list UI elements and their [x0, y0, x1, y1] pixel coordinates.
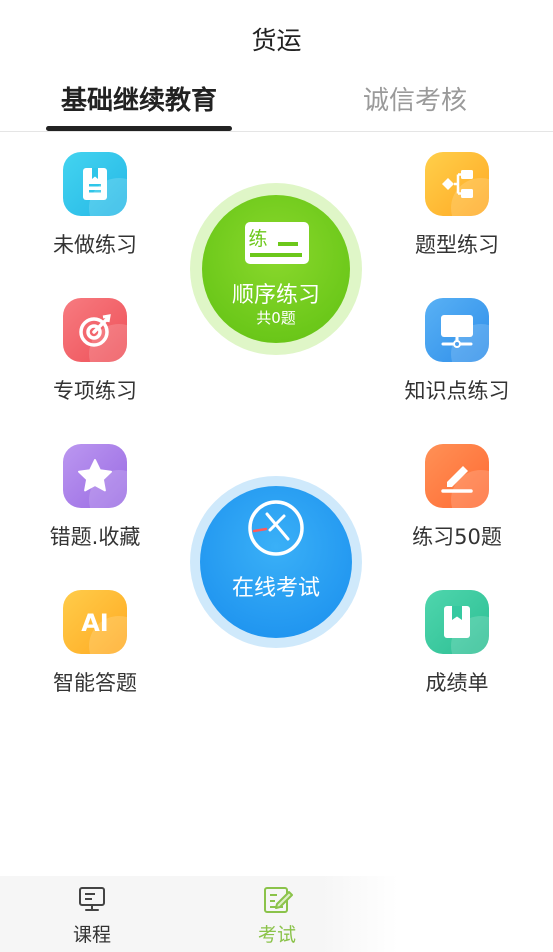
active-tab-indicator: [46, 126, 232, 131]
question-type-practice-button[interactable]: 题型练习: [382, 152, 532, 259]
ai-icon: AI: [63, 590, 127, 654]
report-card-button[interactable]: 成绩单: [382, 590, 532, 697]
monitor-icon: [425, 298, 489, 362]
practice-50-button[interactable]: 练习50题: [382, 444, 532, 551]
exam-edit-icon: [264, 887, 293, 913]
nav-exam[interactable]: 考试: [227, 876, 327, 952]
knowledge-point-practice-label: 知识点练习: [404, 379, 510, 403]
bottom-navigation: 课程 考试: [0, 876, 553, 952]
report-card-label: 成绩单: [425, 671, 489, 695]
structure-icon: [425, 152, 489, 216]
tab-bar: 基础继续教育 诚信考核: [0, 82, 553, 132]
clock-pen-icon: [248, 500, 304, 556]
online-exam-button[interactable]: 在线考试: [190, 476, 362, 648]
wrong-favorites-label: 错题.收藏: [49, 525, 141, 549]
practice-50-label: 练习50题: [412, 525, 502, 549]
monitor-course-icon: [79, 887, 105, 911]
sequential-practice-button[interactable]: 练 顺序练习 共0题: [190, 183, 362, 355]
nav-course-label: 课程: [72, 924, 111, 946]
sequential-practice-circle: 练 顺序练习 共0题: [202, 195, 350, 343]
question-type-practice-label: 题型练习: [415, 233, 499, 257]
wrong-favorites-button[interactable]: 错题.收藏: [20, 444, 170, 551]
knowledge-point-practice-button[interactable]: 知识点练习: [382, 298, 532, 405]
special-practice-button[interactable]: 专项练习: [20, 298, 170, 405]
notebook-icon: [63, 152, 127, 216]
online-exam-circle: 在线考试: [200, 486, 352, 638]
ai-answer-label: 智能答题: [53, 671, 137, 695]
unfinished-practice-button[interactable]: 未做练习: [20, 152, 170, 259]
star-icon: [63, 444, 127, 508]
online-exam-label: 在线考试: [231, 576, 320, 601]
sequential-practice-label: 顺序练习: [231, 283, 320, 308]
pencil-icon: [425, 444, 489, 508]
unfinished-practice-label: 未做练习: [53, 233, 137, 257]
bookmark-book-icon: [425, 590, 489, 654]
special-practice-label: 专项练习: [53, 379, 137, 403]
practice-card-badge: 练: [248, 228, 267, 250]
nav-course[interactable]: 课程: [42, 876, 142, 952]
ai-answer-button[interactable]: AI 智能答题: [20, 590, 170, 697]
page-title: 货运: [251, 26, 302, 55]
tab-integrity-assessment[interactable]: 诚信考核: [340, 82, 490, 132]
nav-exam-label: 考试: [257, 924, 296, 946]
practice-card-icon: 练: [245, 222, 309, 264]
target-icon: [63, 298, 127, 362]
ai-icon-text: AI: [81, 609, 109, 637]
sequential-practice-count: 共0题: [256, 309, 296, 327]
tab-basic-education[interactable]: 基础继续教育: [46, 82, 232, 132]
